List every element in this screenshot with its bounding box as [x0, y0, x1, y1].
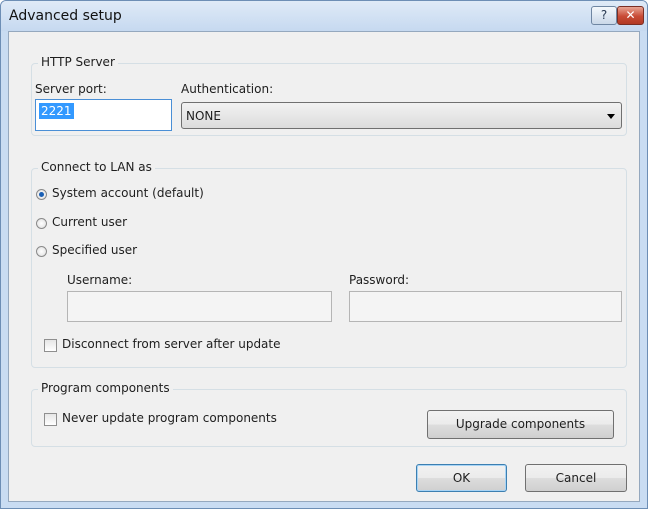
server-port-label: Server port: [35, 82, 107, 96]
connect-lan-group-label: Connect to LAN as [38, 160, 155, 174]
password-input[interactable] [349, 291, 622, 322]
never-update-label[interactable]: Never update program components [62, 411, 277, 425]
authentication-label: Authentication: [181, 82, 274, 96]
window-title: Advanced setup [9, 8, 122, 24]
never-update-checkbox[interactable] [44, 413, 57, 426]
http-server-group-label: HTTP Server [38, 55, 118, 69]
close-icon: ✕ [625, 8, 636, 22]
disconnect-label[interactable]: Disconnect from server after update [62, 337, 281, 351]
authentication-value: NONE [186, 109, 221, 123]
cancel-button[interactable]: Cancel [525, 464, 627, 492]
dialog-body: HTTP Server Server port: 2221 Authentica… [8, 31, 640, 502]
server-port-value: 2221 [39, 103, 74, 119]
upgrade-components-button[interactable]: Upgrade components [427, 410, 614, 439]
advanced-setup-dialog: Advanced setup ? ✕ HTTP Server Server po… [0, 0, 648, 509]
close-button[interactable]: ✕ [617, 6, 644, 25]
radio-selected-dot [39, 192, 44, 197]
help-icon: ? [600, 8, 608, 22]
radio-system-account[interactable] [36, 189, 47, 200]
title-bar[interactable]: Advanced setup ? ✕ [1, 1, 647, 31]
system-account-label[interactable]: System account (default) [52, 186, 204, 200]
username-label: Username: [67, 273, 133, 287]
radio-specified-user[interactable] [36, 246, 47, 257]
chevron-down-icon [607, 114, 615, 119]
program-components-group-label: Program components [38, 381, 173, 395]
help-button[interactable]: ? [591, 6, 617, 25]
ok-button[interactable]: OK [416, 464, 507, 492]
authentication-select[interactable]: NONE [181, 102, 622, 129]
password-label: Password: [349, 273, 410, 287]
specified-user-label[interactable]: Specified user [52, 243, 137, 257]
server-port-input[interactable]: 2221 [35, 99, 172, 131]
username-input[interactable] [67, 291, 332, 322]
current-user-label[interactable]: Current user [52, 215, 127, 229]
disconnect-checkbox[interactable] [44, 339, 57, 352]
radio-current-user[interactable] [36, 218, 47, 229]
